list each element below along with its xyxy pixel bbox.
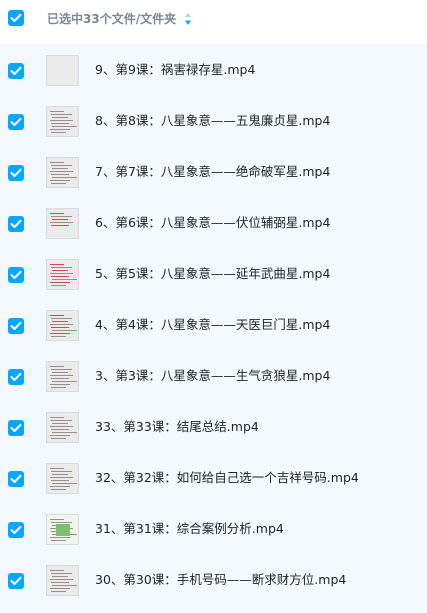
file-row[interactable]: 9、第9课：祸害禄存星.mp4: [0, 45, 427, 96]
file-row[interactable]: 4、第4课：八星象意——天医巨门星.mp4: [0, 300, 427, 351]
file-name: 32、第32课：如何给自己选一个吉祥号码.mp4: [95, 470, 359, 485]
file-row[interactable]: 8、第8课：八星象意——五鬼廉贞星.mp4: [0, 96, 427, 147]
sort-icon[interactable]: [184, 12, 192, 26]
video-thumbnail: [46, 208, 79, 239]
file-name: 7、第7课：八星象意——绝命破军星.mp4: [95, 164, 331, 179]
checkmark-icon: [10, 168, 22, 177]
checkmark-icon: [10, 13, 22, 22]
file-checkbox[interactable]: [8, 216, 24, 232]
file-row[interactable]: 31、第31课：综合案例分析.mp4: [0, 504, 427, 555]
file-name: 3、第3课：八星象意——生气贪狼星.mp4: [95, 368, 331, 383]
checkmark-icon: [10, 576, 22, 585]
file-row[interactable]: 6、第6课：八星象意——伏位辅弼星.mp4: [0, 198, 427, 249]
file-row[interactable]: 33、第33课：结尾总结.mp4: [0, 402, 427, 453]
file-name: 31、第31课：综合案例分析.mp4: [95, 521, 284, 536]
video-thumbnail: [46, 412, 79, 443]
file-checkbox[interactable]: [8, 165, 24, 181]
file-name: 8、第8课：八星象意——五鬼廉贞星.mp4: [95, 113, 331, 128]
checkmark-icon: [10, 474, 22, 483]
select-all-checkbox[interactable]: [8, 10, 24, 26]
checkmark-icon: [10, 117, 22, 126]
checkmark-icon: [10, 525, 22, 534]
video-thumbnail: [46, 310, 79, 341]
video-thumbnail: [46, 565, 79, 596]
video-thumbnail: [46, 361, 79, 392]
file-name: 33、第33课：结尾总结.mp4: [95, 419, 259, 434]
file-checkbox[interactable]: [8, 522, 24, 538]
video-thumbnail: [46, 55, 79, 86]
video-thumbnail: [46, 106, 79, 137]
file-name: 5、第5课：八星象意——延年武曲星.mp4: [95, 266, 331, 281]
video-thumbnail: [46, 463, 79, 494]
file-name: 6、第6课：八星象意——伏位辅弼星.mp4: [95, 215, 331, 230]
checkmark-icon: [10, 66, 22, 75]
file-name: 4、第4课：八星象意——天医巨门星.mp4: [95, 317, 331, 332]
file-row[interactable]: 5、第5课：八星象意——延年武曲星.mp4: [0, 249, 427, 300]
checkmark-icon: [10, 321, 22, 330]
file-checkbox[interactable]: [8, 420, 24, 436]
checkmark-icon: [10, 423, 22, 432]
file-checkbox[interactable]: [8, 114, 24, 130]
file-row[interactable]: 32、第32课：如何给自己选一个吉祥号码.mp4: [0, 453, 427, 504]
file-name: 30、第30课：手机号码——断求财方位.mp4: [95, 572, 347, 587]
selection-header: 已选中33个文件/文件夹: [0, 0, 427, 44]
file-row[interactable]: 30、第30课：手机号码——断求财方位.mp4: [0, 555, 427, 606]
file-name: 9、第9课：祸害禄存星.mp4: [95, 62, 256, 77]
checkmark-icon: [10, 270, 22, 279]
video-thumbnail: [46, 514, 79, 545]
file-row[interactable]: 7、第7课：八星象意——绝命破军星.mp4: [0, 147, 427, 198]
file-checkbox[interactable]: [8, 471, 24, 487]
file-checkbox[interactable]: [8, 63, 24, 79]
checkmark-icon: [10, 372, 22, 381]
checkmark-icon: [10, 219, 22, 228]
file-list: 9、第9课：祸害禄存星.mp4 8、第8课：八星象意——五鬼廉贞星.mp4 7、第7…: [0, 44, 427, 613]
file-checkbox[interactable]: [8, 369, 24, 385]
video-thumbnail: [46, 259, 79, 290]
file-checkbox[interactable]: [8, 318, 24, 334]
file-checkbox[interactable]: [8, 573, 24, 589]
video-thumbnail: [46, 157, 79, 188]
file-row[interactable]: 3、第3课：八星象意——生气贪狼星.mp4: [0, 351, 427, 402]
selection-count-label: 已选中33个文件/文件夹: [47, 12, 177, 26]
file-checkbox[interactable]: [8, 267, 24, 283]
